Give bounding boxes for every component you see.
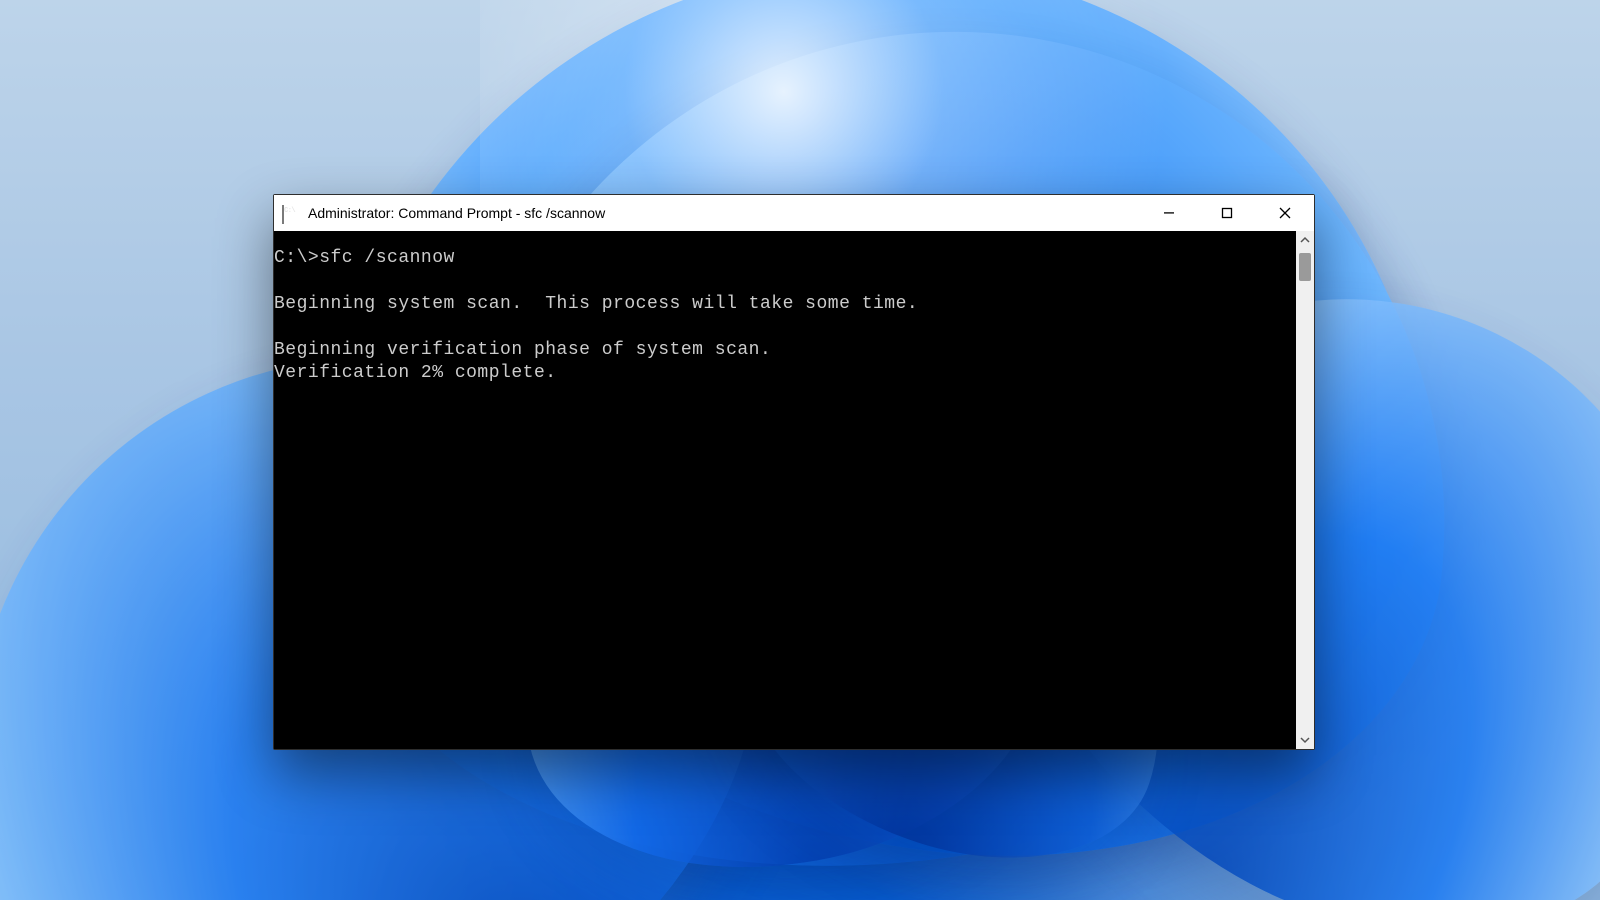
terminal-line <box>274 316 1296 339</box>
scroll-down-button[interactable] <box>1296 731 1314 749</box>
terminal-line: Verification 2% complete. <box>274 362 1296 385</box>
terminal-output[interactable]: C:\>sfc /scannow Beginning system scan. … <box>274 231 1296 749</box>
command-prompt-window[interactable]: Administrator: Command Prompt - sfc /sca… <box>273 194 1315 750</box>
maximize-button[interactable] <box>1198 195 1256 231</box>
terminal-line: Beginning system scan. This process will… <box>274 293 1296 316</box>
scrollbar-track[interactable] <box>1296 249 1314 731</box>
close-button[interactable] <box>1256 195 1314 231</box>
terminal-line <box>274 270 1296 293</box>
minimize-button[interactable] <box>1140 195 1198 231</box>
chevron-up-icon <box>1300 235 1310 245</box>
scroll-up-button[interactable] <box>1296 231 1314 249</box>
cmd-exe-icon <box>282 206 300 220</box>
chevron-down-icon <box>1300 735 1310 745</box>
titlebar[interactable]: Administrator: Command Prompt - sfc /sca… <box>274 195 1314 231</box>
maximize-icon <box>1221 207 1233 219</box>
minimize-icon <box>1163 207 1175 219</box>
vertical-scrollbar[interactable] <box>1296 231 1314 749</box>
desktop-background: Administrator: Command Prompt - sfc /sca… <box>0 0 1600 900</box>
scrollbar-thumb[interactable] <box>1299 253 1311 281</box>
client-area: C:\>sfc /scannow Beginning system scan. … <box>274 231 1314 749</box>
terminal-line: Beginning verification phase of system s… <box>274 339 1296 362</box>
close-icon <box>1279 207 1291 219</box>
window-title: Administrator: Command Prompt - sfc /sca… <box>308 195 605 231</box>
terminal-line: C:\>sfc /scannow <box>274 247 1296 270</box>
